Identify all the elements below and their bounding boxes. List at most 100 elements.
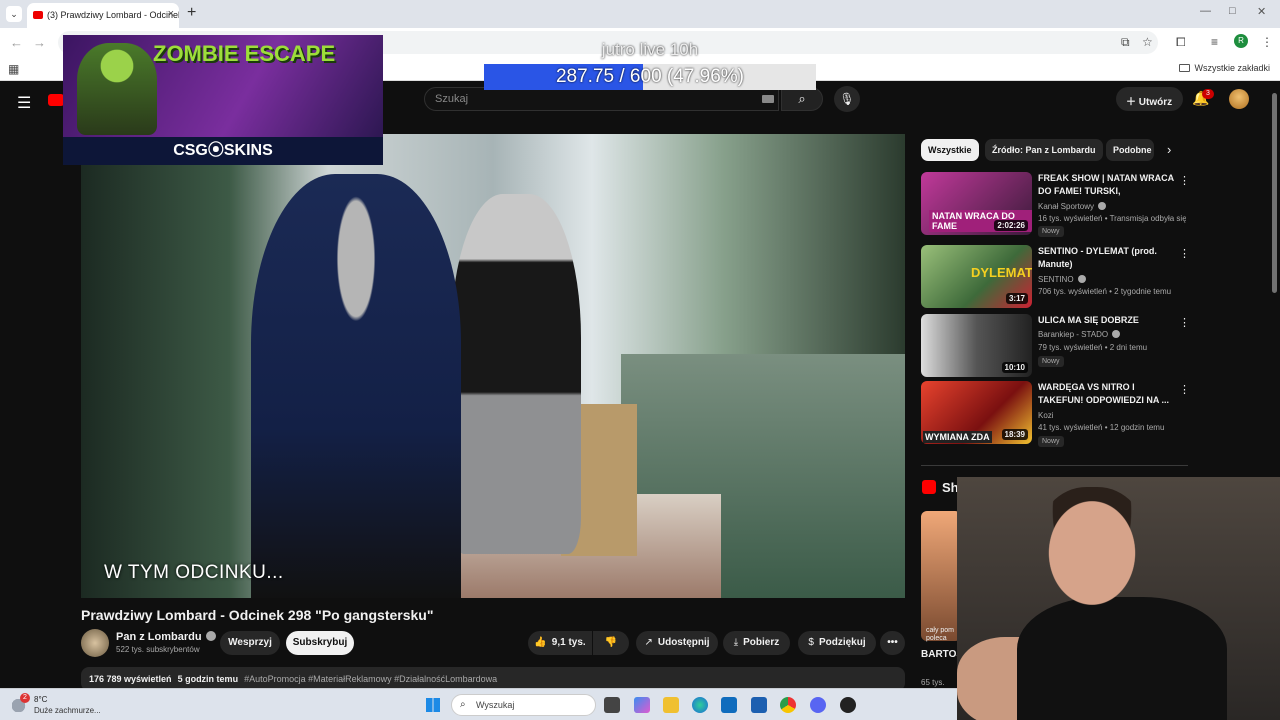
hashtags[interactable]: #AutoPromocja #MateriałReklamowy #Działa… <box>244 674 497 684</box>
youtube-favicon-icon <box>33 11 43 19</box>
more-options-icon[interactable]: ⋮ <box>1179 247 1190 260</box>
close-window-button[interactable]: ✕ <box>1257 5 1266 18</box>
page-scrollbar[interactable] <box>1272 93 1277 293</box>
tab-search-button[interactable]: ⌄ <box>6 6 22 22</box>
search-icon: ⌕ <box>460 699 466 710</box>
extensions-icon[interactable]: ⧠ <box>1176 35 1186 50</box>
webcam-scene-body <box>1017 597 1227 720</box>
recommendation-channel-name: Kanał Sportowy <box>1038 202 1095 211</box>
chevron-right-icon[interactable]: › <box>1167 142 1171 157</box>
video-thumbnail[interactable]: DYLEMAT 3:17 <box>921 245 1032 308</box>
create-button[interactable]: ＋ Utwórz <box>1116 87 1183 111</box>
support-button[interactable]: Wesprzyj <box>220 631 280 655</box>
verified-icon <box>1112 330 1121 338</box>
taskbar-search-input[interactable]: ⌕ Wyszukaj <box>451 694 596 716</box>
recommendation-title[interactable]: FREAK SHOW | NATAN WRACA DO FAME! TURSKI… <box>1038 172 1178 198</box>
maximize-button[interactable]: □ <box>1229 5 1236 17</box>
super-thanks-icon: $ <box>808 637 814 648</box>
copilot-icon[interactable] <box>634 697 650 713</box>
cast-icon[interactable]: ⧉ <box>1121 35 1130 50</box>
channel-avatar[interactable] <box>81 629 109 657</box>
all-bookmarks-button[interactable]: Wszystkie zakładki <box>1179 63 1270 73</box>
short-caption: cały pom poleca <box>926 627 955 642</box>
new-tab-button[interactable]: + <box>187 4 196 22</box>
share-button[interactable]: ↗ Udostępnij <box>636 631 718 655</box>
profile-avatar[interactable]: R <box>1234 34 1248 48</box>
subscriber-count: 522 tys. subskrybentów <box>116 645 200 654</box>
share-icon: ↗ <box>644 637 653 648</box>
recommendation-item[interactable]: WYMIANA ZDA 18:39 WARDĘGA VS NITRO I TAK… <box>921 381 1190 447</box>
chip-source[interactable]: Źródło: Pan z Lombardu <box>985 139 1103 161</box>
recommendation-item[interactable]: NATAN WRACA DO FAME 2:02:26 FREAK SHOW |… <box>921 172 1190 237</box>
voice-search-button[interactable]: 🎙 <box>834 86 860 112</box>
thanks-label: Podziękuj <box>818 637 866 648</box>
subscribe-button[interactable]: Subskrybuj <box>286 631 354 655</box>
streamer-webcam <box>957 477 1280 720</box>
chip-similar[interactable]: Podobne <box>1106 139 1154 161</box>
channel-name[interactable]: Pan z Lombardu <box>116 631 216 643</box>
task-view-icon[interactable] <box>604 697 620 713</box>
youtube-logo-icon[interactable] <box>48 94 64 106</box>
more-options-icon[interactable]: ⋮ <box>1179 316 1190 329</box>
thumbs-up-icon: 👍 <box>534 637 547 648</box>
recommendation-channel: SENTINO <box>1038 275 1086 284</box>
temperature[interactable]: 8°C <box>34 695 47 704</box>
more-options-icon[interactable]: ⋮ <box>1179 174 1190 187</box>
more-options-icon[interactable]: ⋮ <box>1179 383 1190 396</box>
taskbar-search-placeholder: Wyszukaj <box>476 700 515 710</box>
recommendation-title[interactable]: WARDĘGA VS NITRO I TAKEFUN! ODPOWIEDZI N… <box>1038 381 1178 407</box>
description-box[interactable]: 176 789 wyświetleń 5 godzin temu #AutoProm… <box>81 667 905 688</box>
minimize-button[interactable]: — <box>1200 5 1211 17</box>
verified-icon <box>1077 275 1086 283</box>
store-icon[interactable] <box>751 697 767 713</box>
forward-icon[interactable]: → <box>33 35 46 50</box>
stream-goal-text: 287.75 / 600 (47.96%) <box>555 66 745 87</box>
tab-close-icon[interactable]: × <box>168 8 174 20</box>
search-input[interactable]: Szukaj <box>424 87 779 111</box>
menu-icon[interactable]: ☰ <box>17 93 31 113</box>
video-player[interactable]: W TYM ODCINKU... <box>81 134 905 598</box>
back-icon[interactable]: ← <box>10 35 23 50</box>
search-button[interactable]: ⌕ <box>781 87 823 111</box>
chrome-icon[interactable] <box>780 697 796 713</box>
short-title[interactable]: BARTOS ŻUKOW <box>921 648 957 661</box>
search-icon: ⌕ <box>798 91 806 106</box>
short-views: 65 tys. <box>921 678 945 687</box>
dislike-button[interactable]: 👎 <box>593 631 629 655</box>
media-controls-icon[interactable]: ≡ <box>1211 35 1218 49</box>
new-badge: Nowy <box>1038 226 1064 237</box>
tab-title: (3) Prawdziwy Lombard - Odcinek <box>47 10 179 20</box>
thanks-button[interactable]: $ Podziękuj <box>798 631 876 655</box>
app-icon[interactable] <box>840 697 856 713</box>
video-thumbnail[interactable]: NATAN WRACA DO FAME 2:02:26 <box>921 172 1032 235</box>
like-button[interactable]: 👍 9,1 tys. <box>528 631 592 655</box>
browser-tab[interactable]: (3) Prawdziwy Lombard - Odcinek × <box>27 3 179 28</box>
outlook-icon[interactable] <box>721 697 737 713</box>
chip-all[interactable]: Wszystkie <box>921 139 979 161</box>
browser-menu-icon[interactable]: ⋮ <box>1261 35 1273 49</box>
video-thumbnail[interactable]: WYMIANA ZDA 18:39 <box>921 381 1032 444</box>
recommendation-item[interactable]: 10:10 ULICA MA SIĘ DOBRZE Barankiep - ST… <box>921 314 1190 378</box>
apps-grid-icon[interactable]: ▦ <box>8 62 19 76</box>
webcam-scene-head <box>1037 487 1147 607</box>
file-explorer-icon[interactable] <box>663 697 679 713</box>
short-thumbnail[interactable] <box>921 511 961 641</box>
discord-icon[interactable] <box>810 697 826 713</box>
thumbnail-text: DYLEMAT <box>971 265 1032 280</box>
recommendation-item[interactable]: DYLEMAT 3:17 SENTINO - DYLEMAT (prod. Ma… <box>921 245 1190 309</box>
recommendation-channel: Kozi <box>1038 411 1054 420</box>
recommendation-channel: Barankiep - STADO <box>1038 330 1121 339</box>
video-thumbnail[interactable]: 10:10 <box>921 314 1032 377</box>
download-button[interactable]: ⤓ Pobierz <box>723 631 790 655</box>
recommendation-title[interactable]: SENTINO - DYLEMAT (prod. Manute) <box>1038 245 1178 271</box>
weather-description[interactable]: Duże zachmurze... <box>34 706 101 715</box>
recommendation-title[interactable]: ULICA MA SIĘ DOBRZE <box>1038 314 1178 327</box>
windows-start-icon[interactable] <box>426 698 440 712</box>
edge-icon[interactable] <box>692 697 708 713</box>
recommendation-meta: 16 tys. wyświetleń • Transmisja odbyła s… <box>1038 214 1186 223</box>
duration-badge: 18:39 <box>1001 429 1028 440</box>
more-actions-button[interactable]: ••• <box>880 631 905 655</box>
keyboard-icon[interactable] <box>762 95 774 103</box>
bookmark-star-icon[interactable]: ☆ <box>1142 35 1153 49</box>
account-avatar[interactable] <box>1229 89 1249 109</box>
